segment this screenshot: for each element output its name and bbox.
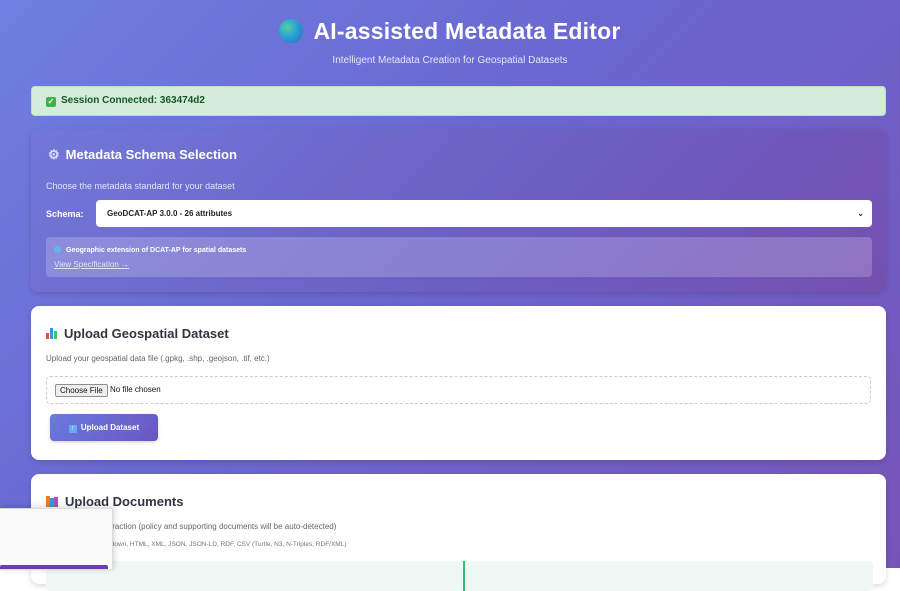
chevron-down-icon: ⌄	[857, 209, 864, 218]
globe-icon	[279, 19, 304, 43]
page-title: AI-assisted Metadata Editor	[0, 18, 900, 45]
upload-arrow-icon: ↑	[68, 425, 77, 433]
overlapping-window[interactable]	[0, 508, 113, 570]
schema-info-box: Geographic extension of DCAT-AP for spat…	[46, 237, 872, 277]
checkmark-icon: ✓	[46, 97, 56, 107]
schema-label: Schema:	[46, 209, 84, 219]
schema-info-text: Geographic extension of DCAT-AP for spat…	[54, 246, 246, 254]
session-status-text: Session Connected: 363474d2	[61, 95, 205, 106]
upload-documents-title: Upload Documents	[46, 494, 183, 509]
overlapping-window-accent	[0, 565, 108, 569]
upload-dataset-card: Upload Geospatial Dataset Upload your ge…	[31, 306, 886, 460]
upload-dataset-title: Upload Geospatial Dataset	[46, 326, 229, 341]
gear-icon: ⚙	[48, 147, 60, 162]
schema-select[interactable]: GeoDCAT-AP 3.0.0 - 26 attributes ⌄	[96, 200, 872, 227]
upload-dataset-description: Upload your geospatial data file (.gpkg,…	[46, 354, 270, 363]
schema-selected-value: GeoDCAT-AP 3.0.0 - 26 attributes	[107, 209, 233, 218]
choose-file-button[interactable]: Choose File	[55, 384, 108, 397]
supporting-document-dropzone[interactable]	[463, 561, 873, 591]
page-subtitle: Intelligent Metadata Creation for Geospa…	[332, 55, 568, 66]
schema-section-title: ⚙ Metadata Schema Selection	[48, 147, 237, 162]
bar-chart-icon	[46, 328, 57, 339]
info-dot-icon	[54, 246, 61, 253]
app-background: AI-assisted Metadata Editor Intelligent …	[0, 0, 900, 591]
file-status-text: No file chosen	[110, 385, 161, 394]
schema-selection-card: ⚙ Metadata Schema Selection Choose the me…	[31, 129, 886, 292]
file-input-zone[interactable]: Choose File No file chosen	[46, 376, 871, 404]
books-icon	[46, 496, 58, 507]
view-specification-link[interactable]: View Specification →	[54, 260, 129, 269]
upload-dataset-button[interactable]: ↑ Upload Dataset	[50, 414, 158, 441]
schema-description: Choose the metadata standard for your da…	[46, 181, 235, 191]
session-status-banner: ✓ Session Connected: 363474d2	[31, 86, 886, 116]
